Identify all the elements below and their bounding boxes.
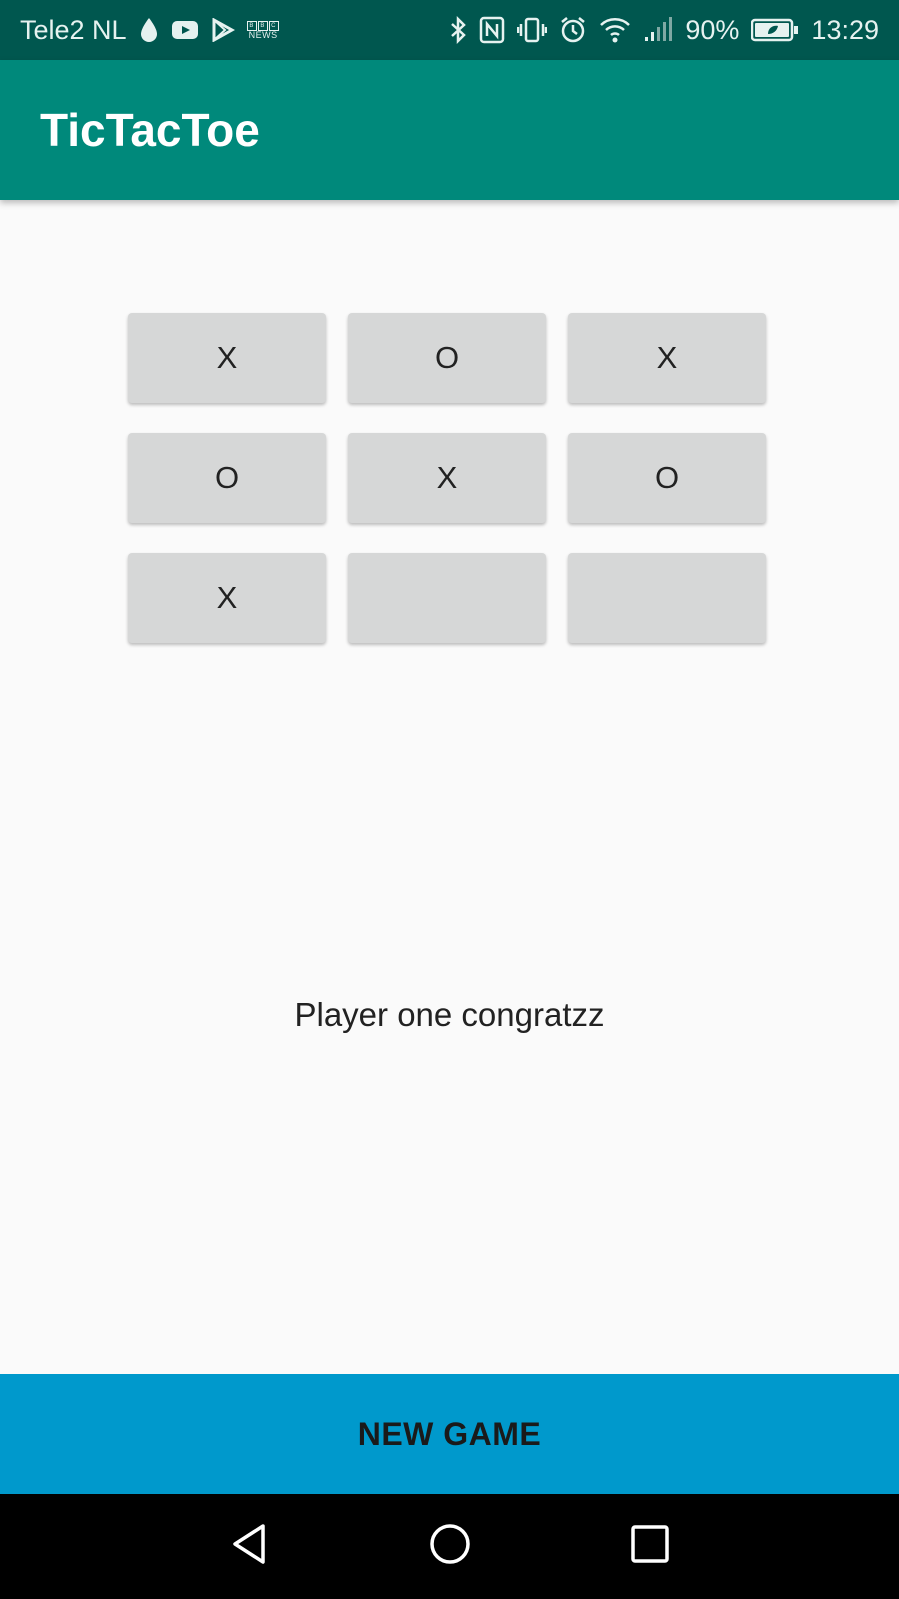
board-cell-r1-c1[interactable]: X [128, 313, 326, 403]
game-status-message: Player one congratzz [294, 996, 605, 1033]
bbc-news-label: NEWS [248, 30, 278, 40]
home-icon [428, 1522, 472, 1571]
carrier-label: Tele2 NL [20, 14, 127, 45]
game-board: X O X O X O X [128, 313, 771, 643]
clock-time: 13:29 [811, 14, 879, 45]
new-game-label: NEW GAME [357, 1415, 542, 1452]
app-bar: TicTacToe [0, 60, 899, 200]
recents-icon [630, 1524, 670, 1569]
board-cell-r1-c2[interactable]: O [348, 313, 546, 403]
board-cell-r2-c2[interactable]: X [348, 433, 546, 523]
home-button[interactable] [390, 1494, 510, 1599]
status-bar: Tele2 NL BBC NEWS 90% 13:29 [0, 0, 899, 60]
board-cell-r3-c1[interactable]: X [128, 553, 326, 643]
nfc-icon [479, 16, 505, 44]
back-button[interactable] [189, 1494, 309, 1599]
app-title: TicTacToe [40, 104, 260, 156]
play-store-icon [211, 18, 235, 42]
signal-icon [643, 17, 673, 43]
drop-icon [139, 17, 159, 43]
battery-percent: 90% [685, 14, 740, 45]
new-game-button[interactable]: NEW GAME [0, 1374, 899, 1494]
vibrate-icon [517, 16, 548, 44]
board-cell-r3-c2[interactable] [348, 553, 546, 643]
bluetooth-icon [449, 16, 467, 44]
status-left: Tele2 NL BBC NEWS [20, 15, 280, 46]
recents-button[interactable] [590, 1494, 710, 1599]
alarm-icon [559, 16, 587, 44]
board-cell-r3-c3[interactable] [568, 553, 766, 643]
navigation-bar [0, 1494, 899, 1599]
board-cell-r1-c3[interactable]: X [568, 313, 766, 403]
wifi-icon [599, 16, 631, 44]
bbc-news-icon: BBC NEWS [246, 20, 280, 40]
battery-icon [751, 18, 799, 42]
board-cell-r2-c3[interactable]: O [568, 433, 766, 523]
back-icon [229, 1522, 269, 1571]
status-right: 90% 13:29 [449, 15, 879, 46]
youtube-icon [171, 19, 199, 41]
board-cell-r2-c1[interactable]: O [128, 433, 326, 523]
